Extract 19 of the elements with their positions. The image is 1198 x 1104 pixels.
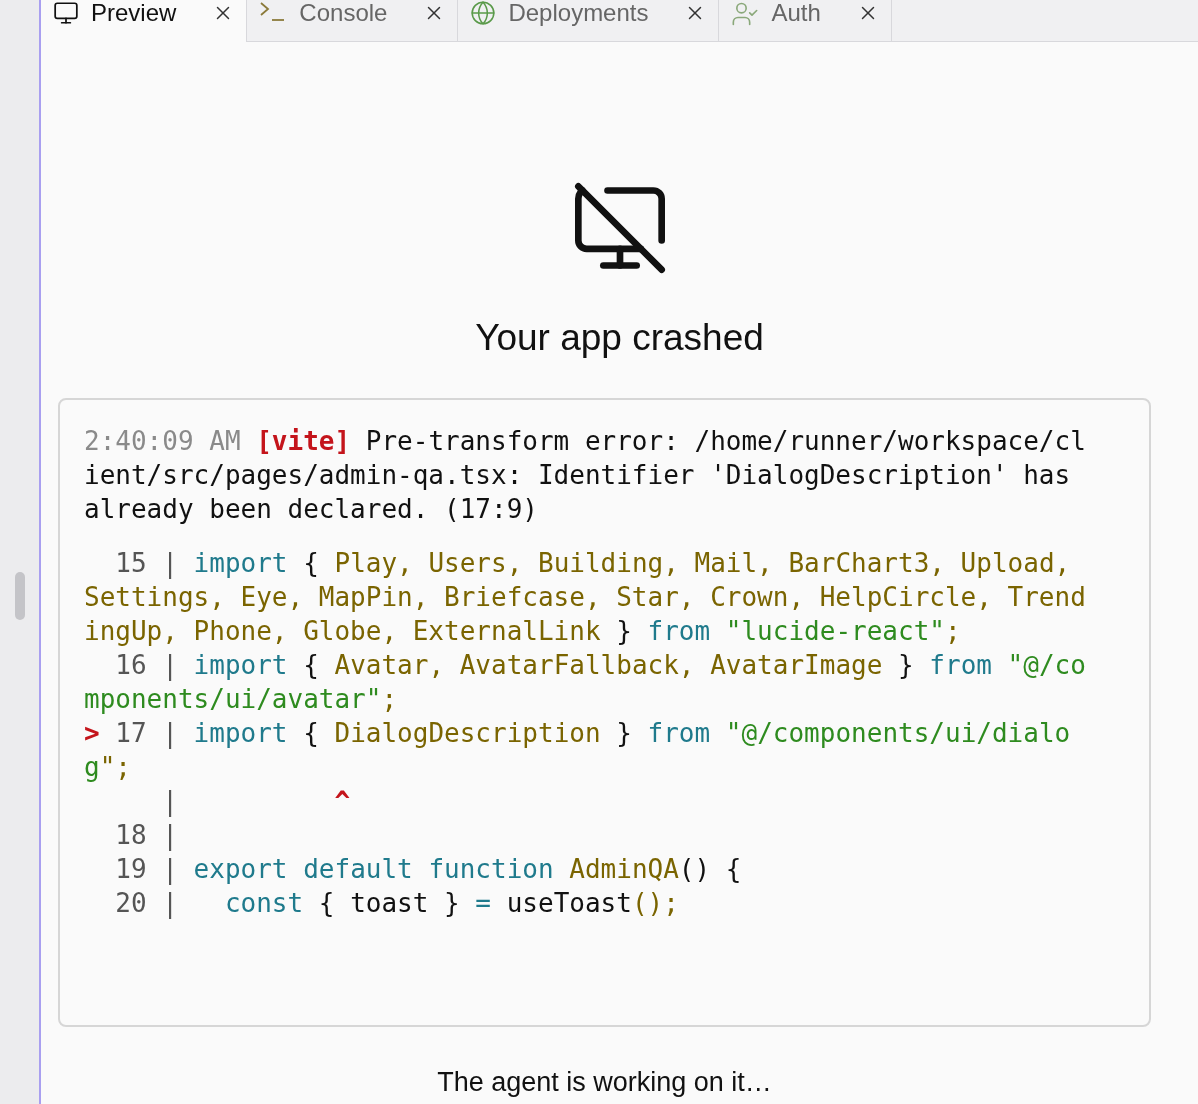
monitor-icon: [53, 0, 79, 26]
code-line: 18 |: [114, 819, 179, 852]
tab-label: Deployments: [508, 0, 649, 26]
code-line: | ^: [161, 785, 352, 818]
code-line: 20 | const { toast } = useToast();: [114, 887, 680, 920]
error-message: 2:40:09 AM [vite] Pre-transform error: /home/runner/workspace/client/src/pages/admin-qa.tsx: Identifier 'DialogDescription' has already been declared. (17:9): [84, 425, 1087, 526]
tab[interactable]: Preview: [41, 0, 248, 42]
code-line: 16 | import { Avatar, AvatarFallback, AvatarImage } from "@/components/ui/avatar";: [84, 649, 1087, 716]
tab-label: Auth: [771, 0, 821, 26]
crash-title: Your app crashed: [475, 316, 764, 360]
code-line: 19 | export default function AdminQA() {: [114, 853, 743, 886]
code-line: 15 | import { Play, Users, Building, Mail, BarChart3, Upload, Settings, Eye, MapPin, Briefcase, Star, Crown, HelpCircle, TrendingUp, Phone, Globe, ExternalLink } from "lucide-react";: [84, 547, 1087, 648]
tab-label: Console: [299, 0, 388, 26]
user-check-icon: [731, 0, 760, 28]
scrollbar-handle[interactable]: [14, 572, 25, 620]
tab-label: Preview: [91, 0, 177, 26]
status-message: The agent is working on it…: [437, 1066, 772, 1099]
code-line: > 17 | import { DialogDescription } from "@/components/ui/dialog";: [84, 717, 1072, 784]
globe-icon: [470, 0, 497, 26]
